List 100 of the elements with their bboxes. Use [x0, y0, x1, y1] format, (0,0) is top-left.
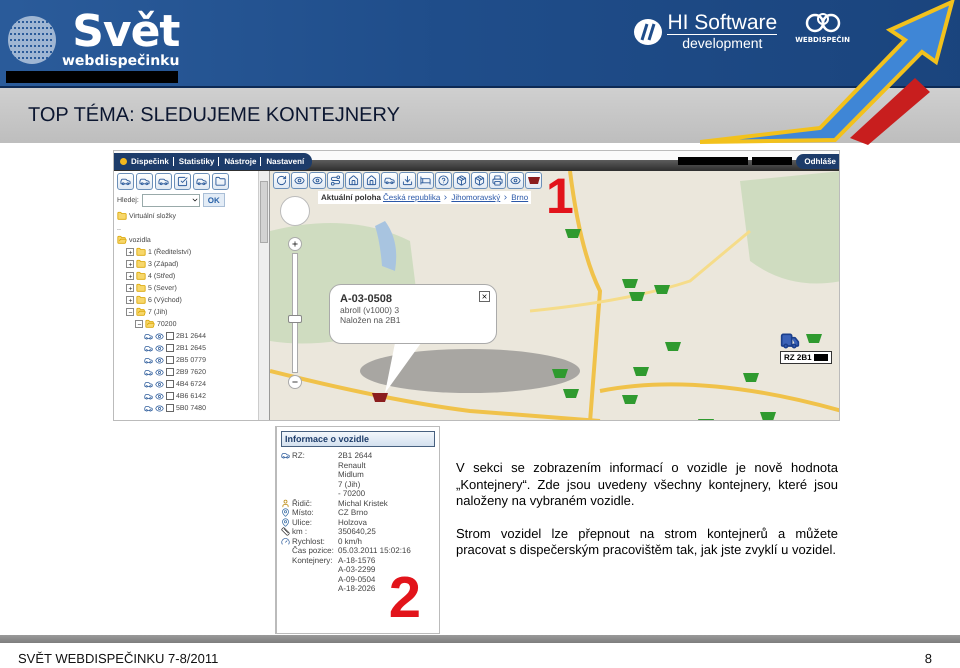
expand-icon[interactable] [126, 260, 134, 268]
checkbox[interactable] [166, 356, 174, 364]
expand-icon[interactable] [126, 296, 134, 304]
nav-link[interactable]: Nastavení [260, 156, 304, 166]
field-label: RZ: [292, 451, 306, 462]
home-icon[interactable] [363, 172, 380, 189]
field-label: Řidič: [292, 498, 314, 508]
field-value: 05.03.2011 15:02:16 [338, 546, 411, 556]
eye-icon[interactable] [309, 172, 326, 189]
zoom-thumb[interactable] [288, 315, 302, 324]
eye-icon[interactable] [155, 380, 164, 388]
pin-icon [281, 518, 290, 527]
eye-icon[interactable] [155, 344, 164, 352]
popup-text: Naložen na 2B1 [340, 315, 402, 325]
download-icon[interactable] [399, 172, 416, 189]
eye-icon[interactable] [155, 332, 164, 340]
eye-icon[interactable] [155, 404, 164, 412]
field-label: Místo: [292, 508, 315, 518]
field-label: Čas pozice: [292, 546, 332, 556]
car-icon [144, 380, 153, 388]
nav-link[interactable]: Dispečink [131, 156, 169, 166]
search-field[interactable] [142, 194, 200, 206]
chevron-icon [502, 194, 510, 201]
breadcrumb-link[interactable]: Brno [511, 193, 528, 202]
field-value: A-18-1576 [338, 556, 376, 565]
folder-icon [136, 295, 146, 305]
vehicle-plate: RZ 2B1 [784, 353, 812, 362]
checkbox[interactable] [166, 404, 174, 412]
eye-icon[interactable] [507, 172, 524, 189]
car-icon [281, 451, 290, 460]
checkbox[interactable] [166, 344, 174, 352]
page-title: TOP TÉMA: SLEDUJEME KONTEJNERY [28, 104, 400, 127]
popup-title: A-03-0508 [340, 293, 392, 305]
paragraph: Strom vozidel lze přepnout na strom kontejnerů a můžete pracovat s dispečerským pracovištěm tak, jak jste zvyklí u vozidel. [456, 526, 838, 558]
refresh-icon[interactable] [273, 172, 290, 189]
container-icon [552, 369, 568, 378]
field-value: Renault [338, 460, 367, 470]
box-icon[interactable] [471, 172, 488, 189]
chevron-icon [442, 194, 450, 201]
collapse-icon[interactable] [126, 308, 134, 316]
checkbox-icon[interactable] [174, 173, 191, 190]
container-icon[interactable] [525, 172, 542, 189]
expand-icon[interactable] [126, 248, 134, 256]
collapse-icon[interactable] [135, 320, 143, 328]
field-label: Kontejnery: [292, 556, 332, 567]
eye-icon[interactable] [291, 172, 308, 189]
field-value: CZ Brno [338, 508, 368, 518]
logout-button[interactable]: Odhláše [796, 154, 839, 168]
partner-name: HI Software [667, 12, 778, 35]
road-icon[interactable] [327, 172, 344, 189]
car-icon [144, 332, 153, 340]
redaction-bar [814, 354, 828, 361]
car-icon[interactable] [155, 173, 172, 190]
checkbox[interactable] [166, 380, 174, 388]
checkbox[interactable] [166, 368, 174, 376]
callout-number: 2 [388, 569, 421, 627]
eye-icon[interactable] [155, 368, 164, 376]
folder-icon [136, 307, 146, 317]
bed-icon[interactable] [417, 172, 434, 189]
breadcrumb-link[interactable]: Česká republika [383, 193, 440, 202]
checkbox[interactable] [166, 332, 174, 340]
car-icon[interactable] [136, 173, 153, 190]
nav-link[interactable]: Statistiky [172, 156, 214, 166]
car-icon [144, 356, 153, 364]
car-icon[interactable] [381, 172, 398, 189]
field-label: Rychlost: [292, 536, 326, 546]
expand-icon[interactable] [126, 272, 134, 280]
popup-text: abroll (v1000) 3 [340, 305, 400, 315]
dropdown-icon[interactable] [190, 196, 199, 204]
field-value: 350640,25 [338, 527, 376, 536]
folder-icon[interactable] [212, 173, 229, 190]
expand-icon[interactable] [126, 284, 134, 292]
help-icon[interactable] [435, 172, 452, 189]
eye-icon[interactable] [155, 392, 164, 400]
box-icon[interactable] [453, 172, 470, 189]
printer-icon[interactable] [489, 172, 506, 189]
logo-title: Svět [72, 10, 180, 54]
ok-button[interactable]: OK [202, 193, 225, 207]
scrollbar[interactable] [258, 171, 269, 420]
logo-icon [633, 18, 664, 46]
nav-link[interactable]: Nástroje [218, 156, 256, 166]
checkbox[interactable] [166, 392, 174, 400]
field-value: 0 km/h [338, 536, 362, 546]
close-icon[interactable] [479, 291, 490, 302]
person-icon [281, 498, 290, 508]
container-icon [760, 412, 776, 420]
field-value: Midlum [338, 470, 365, 480]
redaction-bar [752, 157, 792, 165]
home-icon[interactable] [345, 172, 362, 189]
partner-subtitle: development [682, 35, 762, 51]
container-icon [629, 292, 645, 301]
breadcrumb-link[interactable]: Jihomoravský [451, 193, 500, 202]
field-label: Ulice: [292, 518, 314, 527]
field-value: 2B1 2644 [338, 451, 372, 460]
ruler-icon [281, 527, 290, 536]
car-icon[interactable] [117, 173, 134, 190]
field-value: 7 (Jih) [338, 480, 362, 489]
car-icon[interactable] [193, 173, 210, 190]
folder-icon [117, 235, 127, 245]
eye-icon[interactable] [155, 356, 164, 364]
